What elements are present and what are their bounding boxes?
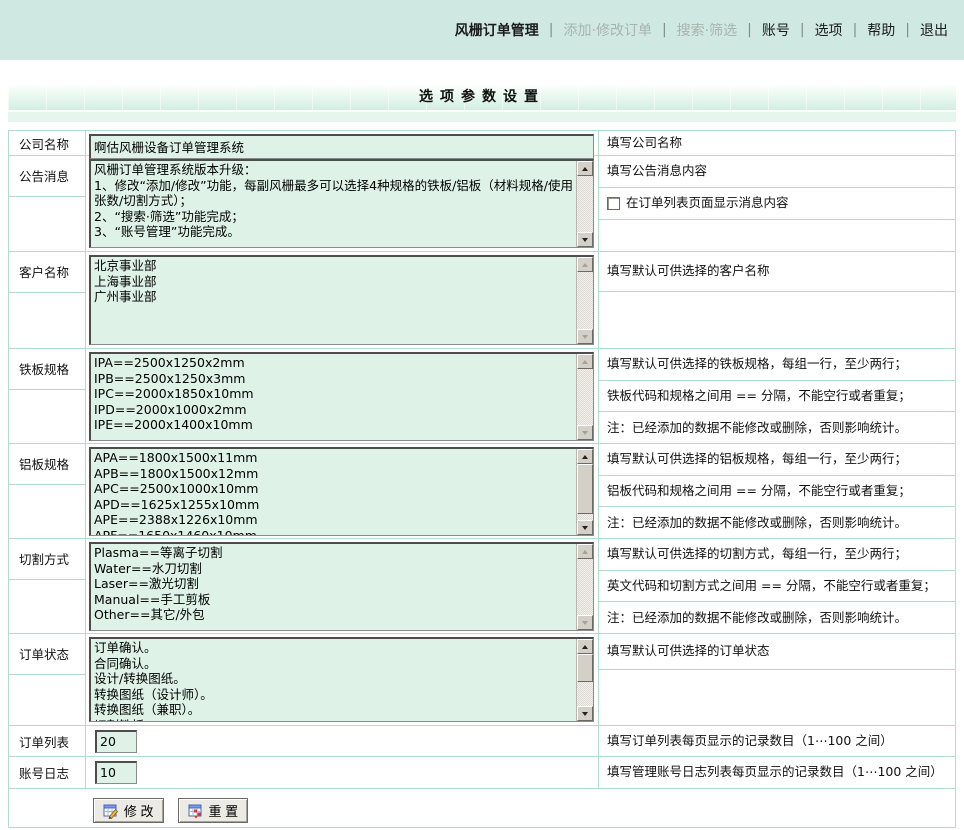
row-form-buttons: 修 改 重 置 bbox=[9, 789, 955, 827]
scroll-down-icon[interactable] bbox=[577, 615, 593, 630]
announcement-scrollbar[interactable] bbox=[576, 161, 593, 247]
aluminum-plate-label: 铝板规格 bbox=[9, 444, 85, 484]
cutting-methods-label: 切割方式 bbox=[9, 539, 85, 579]
account-log-note: 填写管理账号日志列表每页显示的记录数目（1⋯100 之间） bbox=[599, 757, 955, 788]
scroll-down-icon[interactable] bbox=[577, 232, 593, 247]
order-list-label: 订单列表 bbox=[9, 726, 85, 756]
cutting-methods-textarea[interactable]: Plasma==等离子切割 Water==水刀切割 Laser==激光切割 Ma… bbox=[91, 544, 576, 630]
cutting-methods-note-1: 填写默认可供选择的切割方式，每组一行，至少两行； bbox=[599, 539, 955, 571]
nav-separator: | bbox=[905, 22, 910, 38]
iron-plate-textarea[interactable]: IPA==2500x1250x2mm IPB==2500x1250x3mm IP… bbox=[91, 354, 576, 440]
row-company-name: 公司名称 填写公司名称 bbox=[9, 131, 955, 156]
title-underline-strip bbox=[8, 112, 956, 122]
iron-plate-label: 铁板规格 bbox=[9, 349, 85, 389]
scroll-up-icon[interactable] bbox=[577, 257, 593, 272]
order-list-size-input[interactable] bbox=[97, 732, 137, 752]
announcement-note: 填写公告消息内容 bbox=[599, 156, 955, 188]
row-order-list-size: 订单列表 填写订单列表每页显示的记录数目（1⋯100 之间） bbox=[9, 726, 955, 757]
row-cutting-methods: 切割方式 Plasma==等离子切割 Water==水刀切割 Laser==激光… bbox=[9, 539, 955, 634]
scroll-down-icon[interactable] bbox=[577, 706, 593, 721]
scroll-up-icon[interactable] bbox=[577, 639, 593, 654]
row-order-status: 订单状态 订单确认。 合同确认。 设计/转换图纸。 转换图纸（设计师）。 转换图… bbox=[9, 634, 955, 726]
nav-separator: | bbox=[549, 22, 554, 38]
scroll-up-icon[interactable] bbox=[577, 449, 593, 464]
order-list-note: 填写订单列表每页显示的记录数目（1⋯100 之间） bbox=[599, 726, 955, 756]
aluminum-plate-note-1: 填写默认可供选择的铝板规格，每组一行，至少两行； bbox=[599, 444, 955, 476]
company-name-note: 填写公司名称 bbox=[599, 131, 955, 155]
scroll-up-icon[interactable] bbox=[577, 354, 593, 369]
row-account-log-size: 账号日志 填写管理账号日志列表每页显示的记录数目（1⋯100 之间） bbox=[9, 757, 955, 789]
scroll-up-icon[interactable] bbox=[577, 544, 593, 559]
scroll-down-icon[interactable] bbox=[577, 425, 593, 440]
reset-table-icon bbox=[188, 803, 204, 819]
nav-item-help[interactable]: 帮助 bbox=[867, 20, 895, 40]
row-iron-plate-specs: 铁板规格 IPA==2500x1250x2mm IPB==2500x1250x3… bbox=[9, 349, 955, 444]
aluminum-plate-scrollbar[interactable] bbox=[576, 449, 593, 535]
page-title: 选项参数设置 bbox=[8, 84, 956, 110]
edit-table-icon bbox=[103, 803, 119, 819]
scrollbar-thumb[interactable] bbox=[577, 654, 593, 682]
order-status-textarea[interactable]: 订单确认。 合同确认。 设计/转换图纸。 转换图纸（设计师）。 转换图纸（兼职）… bbox=[91, 639, 576, 721]
aluminum-plate-textarea[interactable]: APA==1800x1500x11mm APB==1800x1500x12mm … bbox=[91, 449, 576, 535]
nav-item-search-filter[interactable]: 搜索·筛选 bbox=[677, 20, 737, 40]
show-message-checkbox-label: 在订单列表页面显示消息内容 bbox=[626, 195, 789, 211]
nav-item-account[interactable]: 账号 bbox=[762, 20, 790, 40]
cutting-methods-note-3: 注：已经添加的数据不能修改或删除，否则影响统计。 bbox=[599, 602, 955, 633]
customer-names-textarea[interactable]: 北京事业部 上海事业部 广州事业部 bbox=[91, 257, 576, 344]
announcement-textarea[interactable]: 风栅订单管理系统版本升级： 1、修改“添加/修改”功能，每副风栅最多可以选择4种… bbox=[91, 161, 576, 247]
modify-button[interactable]: 修 改 bbox=[93, 798, 164, 823]
reset-button[interactable]: 重 置 bbox=[178, 798, 249, 823]
nav-brand[interactable]: 风栅订单管理 bbox=[455, 20, 539, 40]
customer-names-scrollbar[interactable] bbox=[576, 257, 593, 344]
customer-names-note: 填写默认可供选择的客户名称 bbox=[599, 252, 955, 292]
aluminum-plate-note-2: 铝板代码和规格之间用 == 分隔，不能空行或者重复； bbox=[599, 476, 955, 508]
aluminum-plate-note-3: 注：已经添加的数据不能修改或删除，否则影响统计。 bbox=[599, 507, 955, 538]
scroll-down-icon[interactable] bbox=[577, 329, 593, 344]
row-aluminum-plate-specs: 铝板规格 APA==1800x1500x11mm APB==1800x1500x… bbox=[9, 444, 955, 539]
company-name-input[interactable] bbox=[91, 136, 593, 158]
nav-separator: | bbox=[853, 22, 858, 38]
customer-names-label: 客户名称 bbox=[9, 252, 85, 292]
top-header: 风栅订单管理 | 添加·修改订单 | 搜索·筛选 | 账号 | 选项 | 帮助 … bbox=[0, 0, 964, 60]
account-log-size-input[interactable] bbox=[97, 763, 137, 783]
scroll-down-icon[interactable] bbox=[577, 520, 593, 535]
iron-plate-note-2: 铁板代码和规格之间用 == 分隔，不能空行或者重复； bbox=[599, 381, 955, 413]
order-status-label: 订单状态 bbox=[9, 634, 85, 674]
modify-button-label: 修 改 bbox=[124, 801, 154, 820]
nav-item-logout[interactable]: 退出 bbox=[920, 20, 948, 40]
cutting-methods-scrollbar[interactable] bbox=[576, 544, 593, 630]
account-log-label: 账号日志 bbox=[9, 757, 85, 788]
nav-item-options[interactable]: 选项 bbox=[815, 20, 843, 40]
cutting-methods-note-2: 英文代码和切割方式之间用 == 分隔，不能空行或者重复； bbox=[599, 571, 955, 603]
announcement-checkbox-row: 在订单列表页面显示消息内容 bbox=[599, 188, 955, 220]
options-form-table: 公司名称 填写公司名称 公告消息 风栅订单管理系统版本升级： 1、修改“添加/修… bbox=[8, 130, 956, 828]
nav-separator: | bbox=[662, 22, 667, 38]
nav-item-add-edit-order[interactable]: 添加·修改订单 bbox=[564, 20, 652, 40]
company-name-label: 公司名称 bbox=[9, 131, 85, 155]
iron-plate-scrollbar[interactable] bbox=[576, 354, 593, 440]
iron-plate-note-3: 注：已经添加的数据不能修改或删除，否则影响统计。 bbox=[599, 412, 955, 443]
row-announcement: 公告消息 风栅订单管理系统版本升级： 1、修改“添加/修改”功能，每副风栅最多可… bbox=[9, 156, 955, 252]
nav-separator: | bbox=[747, 22, 752, 38]
order-status-scrollbar[interactable] bbox=[576, 639, 593, 721]
order-status-note: 填写默认可供选择的订单状态 bbox=[599, 634, 955, 670]
announcement-label: 公告消息 bbox=[9, 156, 85, 196]
iron-plate-note-1: 填写默认可供选择的铁板规格，每组一行，至少两行； bbox=[599, 349, 955, 381]
scrollbar-thumb[interactable] bbox=[577, 464, 593, 514]
row-customer-names: 客户名称 北京事业部 上海事业部 广州事业部 填写默认可供选择的客户名称 bbox=[9, 252, 955, 349]
nav-separator: | bbox=[800, 22, 805, 38]
scroll-up-icon[interactable] bbox=[577, 161, 593, 176]
reset-button-label: 重 置 bbox=[209, 801, 239, 820]
show-message-checkbox[interactable] bbox=[607, 197, 620, 210]
